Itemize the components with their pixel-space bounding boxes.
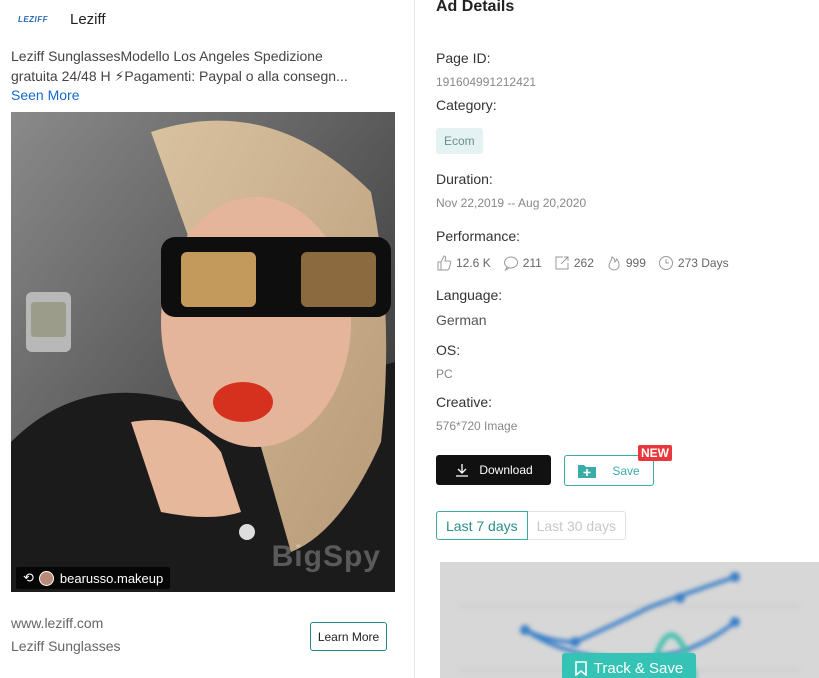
- shares-count: 262: [573, 256, 594, 270]
- share-icon: [554, 255, 570, 271]
- ad-page-name: Leziff Sunglasses: [11, 638, 121, 654]
- bookmark-icon: [574, 660, 587, 676]
- download-icon: [456, 464, 469, 477]
- page-id-label: Page ID:: [436, 50, 491, 66]
- avatar: [38, 570, 54, 586]
- duration-label: Duration:: [436, 171, 493, 187]
- track-and-save-label: Track & Save: [593, 659, 684, 677]
- language-label: Language:: [436, 287, 503, 303]
- likes-count: 12.6 K: [456, 256, 491, 270]
- advertiser-name[interactable]: Leziff: [70, 11, 106, 28]
- advertiser-header: LEZIFF Leziff: [11, 8, 106, 30]
- new-badge: NEW: [638, 445, 672, 461]
- learn-more-button[interactable]: Learn More: [310, 622, 387, 651]
- advertiser-logo[interactable]: LEZIFF: [11, 9, 55, 29]
- reactions-count: 999: [625, 256, 646, 270]
- advertiser-logo-text: LEZIFF: [17, 14, 49, 24]
- ad-copy-line-1: Leziff SunglassesModello Los Angeles Spe…: [11, 48, 323, 64]
- clock-icon: [658, 255, 674, 271]
- page-id-value: 191604991212421: [436, 75, 537, 89]
- performance-stats: 12.6 K 211 262 999 273 Days: [436, 255, 741, 271]
- download-button[interactable]: Download: [436, 455, 551, 485]
- section-title: Ad Details: [436, 0, 515, 15]
- ad-copy: Leziff SunglassesModello Los Angeles Spe…: [11, 46, 381, 86]
- os-label: OS:: [436, 342, 461, 358]
- comments-count: 211: [522, 256, 542, 270]
- date-range-tabs: Last 7 days Last 30 days: [436, 511, 626, 540]
- folder-plus-icon: [578, 464, 597, 478]
- watermark: BigSpy: [271, 540, 381, 573]
- creative-value: 576*720 Image: [436, 419, 518, 433]
- performance-label: Performance:: [436, 228, 521, 244]
- repost-icon: ⟲: [23, 570, 34, 585]
- category-chip[interactable]: Ecom: [436, 128, 483, 154]
- ad-photo: [11, 112, 395, 592]
- creative-label: Creative:: [436, 394, 493, 410]
- handle-name: bearusso.makeup: [59, 570, 164, 586]
- tab-last-7-days[interactable]: Last 7 days: [436, 511, 528, 540]
- ad-domain[interactable]: www.leziff.com: [11, 615, 103, 631]
- reactions-stat: 999: [606, 255, 646, 271]
- comment-icon: [503, 255, 519, 271]
- ad-copy-line-2: gratuita 24/48 H ⚡Pagamenti: Paypal o al…: [11, 68, 348, 84]
- comments-stat: 211: [503, 255, 542, 271]
- fire-icon: [606, 255, 622, 271]
- seen-more-link[interactable]: Seen More: [11, 87, 79, 103]
- ad-details-panel: Ad Details Page ID: 191604991212421 Cate…: [436, 0, 819, 678]
- days-stat: 273 Days: [658, 255, 729, 271]
- ad-creative-image[interactable]: ⟲ bearusso.makeup BigSpy: [11, 112, 395, 592]
- thumbs-up-icon: [436, 255, 452, 271]
- category-label: Category:: [436, 97, 497, 113]
- tab-last-30-days[interactable]: Last 30 days: [527, 511, 626, 540]
- os-value: PC: [436, 367, 453, 381]
- shares-stat: 262: [554, 255, 594, 271]
- save-label: Save: [612, 463, 640, 478]
- likes-stat: 12.6 K: [436, 255, 491, 271]
- duration-value: Nov 22,2019 -- Aug 20,2020: [436, 196, 587, 210]
- ad-preview-panel: LEZIFF Leziff Leziff SunglassesModello L…: [0, 0, 415, 678]
- language-value: German: [436, 312, 487, 328]
- download-label: Download: [479, 463, 533, 477]
- track-and-save-button[interactable]: Track & Save: [562, 653, 696, 678]
- handle-tag: ⟲ bearusso.makeup: [16, 567, 171, 589]
- days-count: 273 Days: [677, 256, 729, 270]
